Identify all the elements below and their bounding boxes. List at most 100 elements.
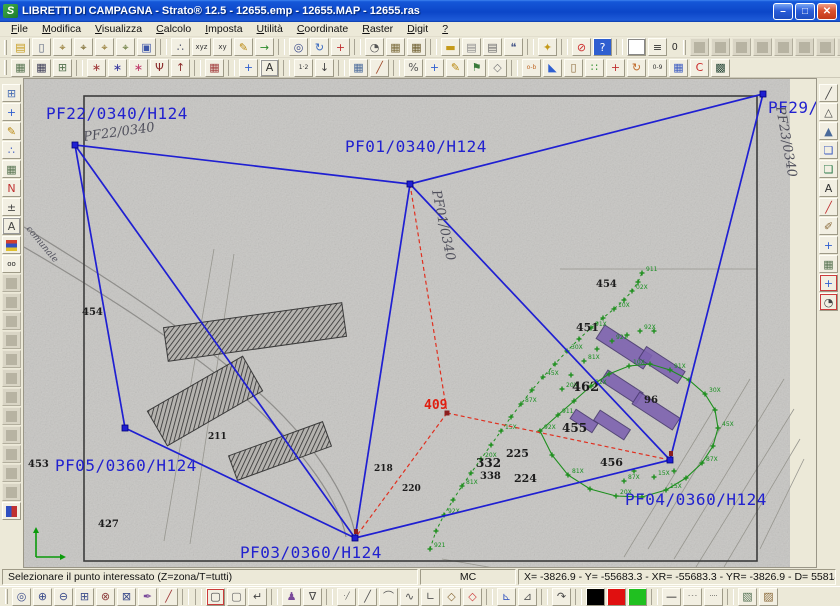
move-cross-icon[interactable]: + xyxy=(425,59,444,77)
measure-polyline-icon[interactable]: ⊿ xyxy=(518,588,537,606)
arc-tool-icon[interactable]: ⌒ xyxy=(379,588,398,606)
colorbar-icon[interactable] xyxy=(2,236,21,254)
edit-pencil-icon[interactable]: ✎ xyxy=(234,38,253,56)
copy-shape-2-icon[interactable]: ❏ xyxy=(819,160,838,178)
book-icon[interactable]: ▯ xyxy=(564,59,583,77)
station-3-icon[interactable]: ⌖ xyxy=(95,38,114,56)
red-segment-icon[interactable]: ╱ xyxy=(819,198,838,216)
raster-insert-icon[interactable]: ⊞ xyxy=(53,59,72,77)
layer-colors-icon[interactable] xyxy=(2,502,21,520)
mini-map-2-icon[interactable]: ▦ xyxy=(819,255,838,273)
move-points-icon[interactable]: + xyxy=(239,59,258,77)
renumber-icon[interactable]: 1·2 xyxy=(294,59,313,77)
zoom-select-icon[interactable]: ◎ xyxy=(12,588,31,606)
station-gps-icon[interactable]: ⌖ xyxy=(116,38,135,56)
node-edit-icon[interactable]: ·╱ xyxy=(337,588,356,606)
swatch-red[interactable] xyxy=(607,588,626,606)
line-preview-icon[interactable]: ≡ xyxy=(648,38,667,56)
ramp-icon[interactable]: ◣ xyxy=(543,59,562,77)
pan-feather-icon[interactable]: ✒ xyxy=(138,588,157,606)
close-button[interactable]: ✕ xyxy=(817,3,837,20)
ruler-icon[interactable]: ▬ xyxy=(441,38,460,56)
points-add-icon[interactable]: ∴ xyxy=(2,141,21,159)
c-red-icon[interactable]: C xyxy=(690,59,709,77)
polygon-outline-icon[interactable]: △ xyxy=(819,103,838,121)
linestyle-solid-icon[interactable]: — xyxy=(662,588,681,606)
export-green-icon[interactable]: → xyxy=(255,38,274,56)
polygon-filled-icon[interactable]: ▲ xyxy=(819,122,838,140)
text-label-icon[interactable]: A xyxy=(2,217,21,235)
draw-line-icon[interactable]: ╱ xyxy=(370,59,389,77)
flag-icon[interactable]: ⚑ xyxy=(467,59,486,77)
points-xy-icon[interactable]: xy xyxy=(213,38,232,56)
raster-view-icon[interactable]: ▦ xyxy=(11,59,30,77)
point-quota-1-icon[interactable]: ∗ xyxy=(87,59,106,77)
map-canvas[interactable]: 92X81X20X15X87X45X30X91X10X02X91192192X8… xyxy=(23,78,817,568)
menu-item-coordinate[interactable]: Coordinate xyxy=(290,23,355,35)
help-icon[interactable]: ? xyxy=(593,38,612,56)
polyline-tool-icon[interactable]: ∟ xyxy=(421,588,440,606)
plotter-icon[interactable]: ▤ xyxy=(462,38,481,56)
text-tool-icon[interactable]: A xyxy=(819,179,838,197)
select-icon[interactable]: ▢ xyxy=(227,588,246,606)
hatch-2-icon[interactable]: ▨ xyxy=(759,588,778,606)
calc-icon[interactable]: ▦ xyxy=(669,59,688,77)
move-red-icon[interactable]: + xyxy=(606,59,625,77)
save-icon[interactable]: ▣ xyxy=(137,38,156,56)
polygon-delete-icon[interactable]: ◇ xyxy=(463,588,482,606)
vertex-diamond-icon[interactable]: ◇ xyxy=(488,59,507,77)
move-blue-icon[interactable]: + xyxy=(819,236,838,254)
swatch-green[interactable] xyxy=(628,588,647,606)
eraser-icon[interactable]: ✐ xyxy=(819,217,838,235)
mini-map-icon[interactable]: ▦ xyxy=(2,160,21,178)
points-xyz-icon[interactable]: xyz xyxy=(192,38,211,56)
station-1-icon[interactable]: ⌖ xyxy=(53,38,72,56)
comment-icon[interactable]: ❝ xyxy=(504,38,523,56)
binoculars-icon[interactable]: oo xyxy=(2,255,21,273)
line-tool-icon[interactable]: ╱ xyxy=(358,588,377,606)
zoom-window-icon[interactable]: ⊞ xyxy=(75,588,94,606)
label-box-icon[interactable]: A xyxy=(260,59,279,77)
toga-icon[interactable]: ✦ xyxy=(538,38,557,56)
rotate-icon[interactable]: ↻ xyxy=(627,59,646,77)
grid-red-box-icon[interactable]: + xyxy=(819,274,838,292)
raster-image-2-icon[interactable]: ▦ xyxy=(407,38,426,56)
tree-symbol-icon[interactable]: Ψ xyxy=(150,59,169,77)
polygon-dashed-icon[interactable]: ◇ xyxy=(442,588,461,606)
draw-line-icon[interactable]: ╱ xyxy=(819,84,838,102)
copy-shape-icon[interactable]: ❏ xyxy=(819,141,838,159)
station-2-icon[interactable]: ⌖ xyxy=(74,38,93,56)
north-arrow-icon[interactable]: ↑ xyxy=(171,59,190,77)
pencil2-icon[interactable]: ✎ xyxy=(446,59,465,77)
zoom-dynamic-icon[interactable]: ⊗ xyxy=(96,588,115,606)
filter-icon[interactable]: ∇ xyxy=(303,588,322,606)
title-bar[interactable]: S LIBRETTI DI CAMPAGNA - Strato® 12.5 - … xyxy=(0,0,840,22)
zoom-in-icon[interactable]: ⊕ xyxy=(33,588,52,606)
menu-item-help[interactable]: ? xyxy=(435,23,455,35)
spline-tool-icon[interactable]: ∿ xyxy=(400,588,419,606)
insert-point-icon[interactable]: ↓ xyxy=(315,59,334,77)
menu-item-visualizza[interactable]: Visualizza xyxy=(88,23,149,35)
new-document-icon[interactable]: ▯ xyxy=(32,38,51,56)
north-icon[interactable]: N xyxy=(2,179,21,197)
libretti-table-icon[interactable]: ▤ xyxy=(11,38,30,56)
minimize-button[interactable]: – xyxy=(773,3,793,20)
restore-button[interactable]: □ xyxy=(795,3,815,20)
redline-icon[interactable]: ╱ xyxy=(159,588,178,606)
operator-icon[interactable]: ♟ xyxy=(282,588,301,606)
arc-tool-icon[interactable]: ◔ xyxy=(365,38,384,56)
pan-view-icon[interactable]: + xyxy=(2,103,21,121)
menu-item-calcolo[interactable]: Calcolo xyxy=(149,23,198,35)
zoom-extents-icon[interactable]: ⊠ xyxy=(117,588,136,606)
points-scatter-icon[interactable]: ∴ xyxy=(171,38,190,56)
menu-item-modifica[interactable]: Modifica xyxy=(35,23,88,35)
point-quota-2-icon[interactable]: ∗ xyxy=(108,59,127,77)
printer-icon[interactable]: ▤ xyxy=(483,38,502,56)
refresh-view-icon[interactable]: ↻ xyxy=(310,38,329,56)
active-color-swatch[interactable] xyxy=(627,38,646,56)
map-drawing[interactable]: 92X81X20X15X87X45X30X91X10X02X91192192X8… xyxy=(24,79,816,567)
menu-item-imposta[interactable]: Imposta xyxy=(198,23,249,35)
digits-icon[interactable]: 0-9 xyxy=(648,59,667,77)
zoom-lens-icon[interactable]: ◎ xyxy=(289,38,308,56)
menu-item-file[interactable]: File xyxy=(4,23,35,35)
